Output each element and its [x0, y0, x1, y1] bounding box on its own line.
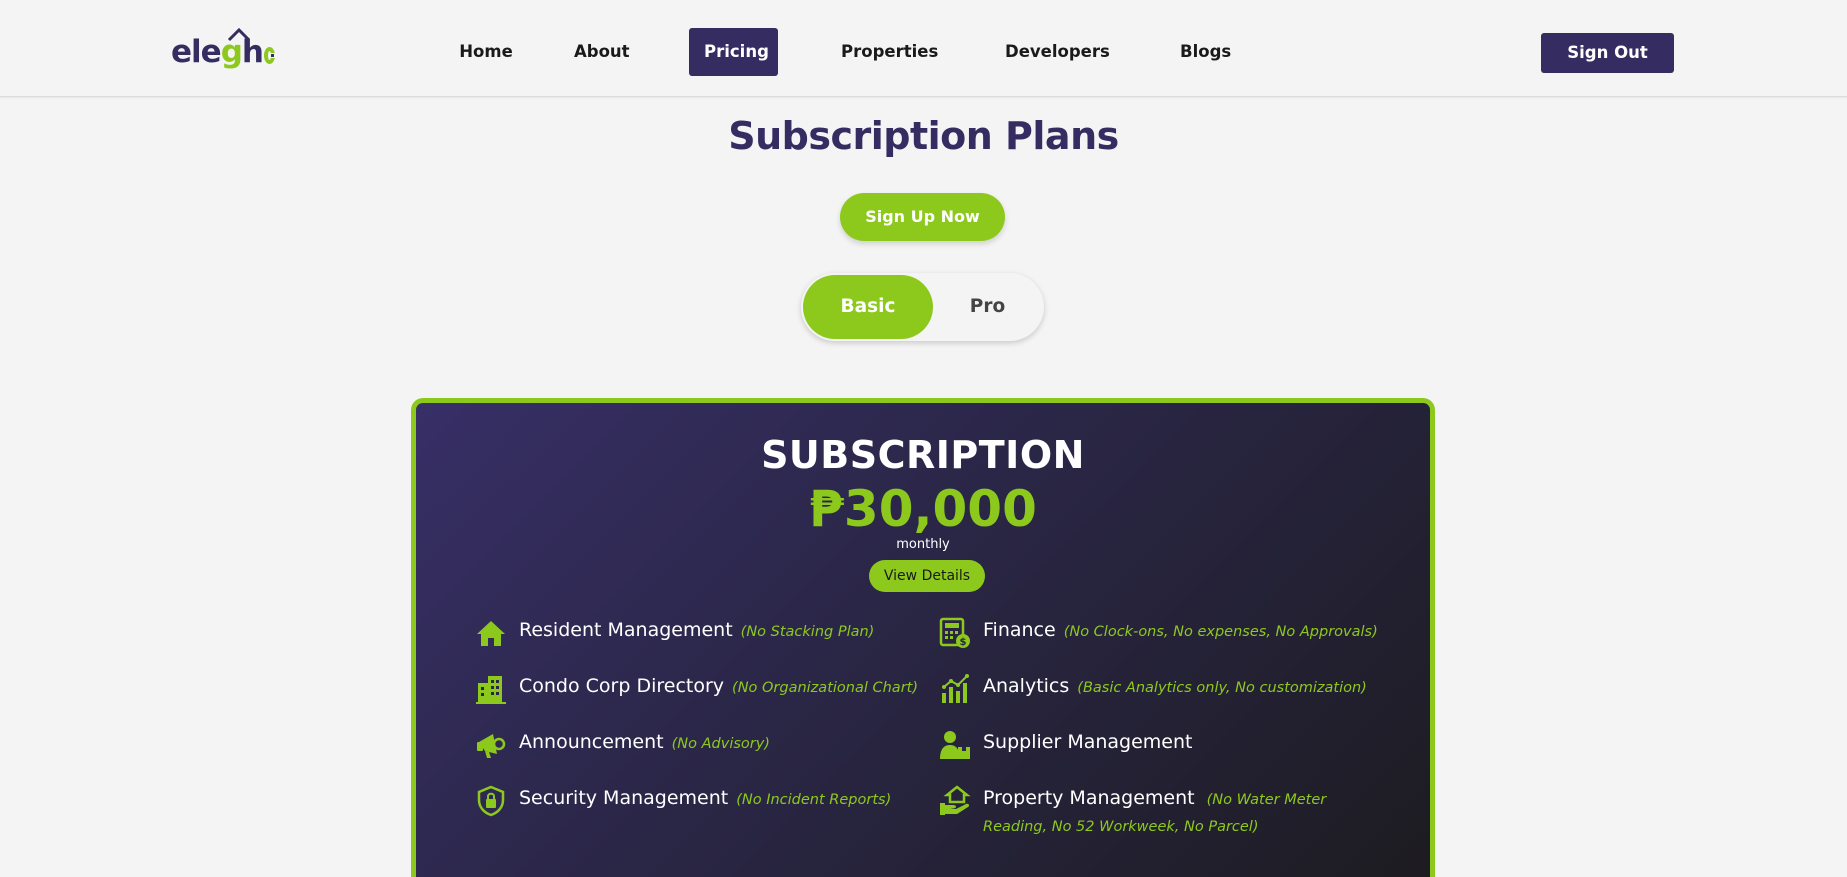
toggle-pro[interactable]: Pro [933, 275, 1042, 339]
logo-text-ele: ele [171, 34, 222, 70]
plan-period: monthly [896, 537, 950, 552]
logo-window-icon [263, 47, 275, 64]
feature-name: Finance [983, 619, 1056, 641]
logo-text-h: h [241, 34, 264, 70]
feature-item: Property Management (No Water Meter Readi… [939, 785, 1359, 840]
house-icon [477, 621, 505, 646]
sign-out-button[interactable]: Sign Out [1541, 33, 1674, 73]
feature-item: Analytics (Basic Analytics only, No custo… [939, 673, 1367, 705]
hand-house-icon [940, 785, 971, 815]
feature-name: Property Management [983, 787, 1195, 809]
feature-item: $ Finance (No Clock-ons, No expenses, No … [939, 617, 1378, 649]
nav-developers[interactable]: Developers [990, 28, 1117, 76]
feature-name: Resident Management [519, 619, 733, 641]
feature-item: Condo Corp Directory (No Organizational C… [475, 673, 918, 705]
nav-pricing[interactable]: Pricing [689, 28, 778, 76]
svg-text:$: $ [960, 637, 967, 648]
view-details-button[interactable]: View Details [869, 560, 985, 592]
sign-up-now-button[interactable]: Sign Up Now [840, 193, 1005, 241]
toggle-basic[interactable]: Basic [803, 275, 933, 339]
calculator-icon: $ [939, 617, 970, 648]
nav-about[interactable]: About [559, 28, 641, 76]
page-title: Subscription Plans [728, 114, 1119, 158]
feature-note: (No Advisory) [671, 736, 770, 752]
feature-name: Condo Corp Directory [519, 675, 725, 697]
feature-item: Resident Management (No Stacking Plan) [475, 617, 874, 649]
analytics-icon [942, 674, 969, 703]
feature-note: (No Stacking Plan) [740, 624, 875, 640]
feature-name: Analytics [983, 675, 1070, 697]
nav-home[interactable]: Home [431, 28, 541, 76]
plan-price: ₱30,000 [809, 480, 1037, 538]
building-icon [476, 676, 506, 704]
top-navbar: ele g h Home About Pricing Properties Deve… [0, 0, 1847, 97]
nav-properties[interactable]: Properties [826, 28, 942, 76]
feature-name: Announcement [519, 731, 664, 753]
feature-name: Supplier Management [983, 731, 1193, 753]
subscription-card: SUBSCRIPTION ₱30,000 monthly View Detail… [411, 398, 1435, 877]
nav-blogs[interactable]: Blogs [1165, 28, 1239, 76]
plan-title: SUBSCRIPTION [761, 433, 1085, 477]
feature-name: Security Management [519, 787, 729, 809]
elegho-logo[interactable]: ele g h [171, 26, 275, 70]
feature-note: (No Organizational Chart) [732, 680, 918, 696]
supplier-icon [940, 731, 970, 759]
feature-note: (No Incident Reports) [736, 792, 892, 808]
feature-note: (Basic Analytics only, No customization) [1077, 680, 1367, 696]
megaphone-icon [477, 734, 506, 758]
feature-item: Supplier Management [939, 729, 1200, 761]
shield-lock-icon [477, 785, 505, 817]
feature-item: Security Management (No Incident Reports) [475, 785, 891, 817]
feature-note: (No Clock-ons, No expenses, No Approvals… [1063, 624, 1378, 640]
feature-item: Announcement (No Advisory) [475, 729, 770, 761]
plan-toggle: Basic Pro [801, 273, 1044, 341]
